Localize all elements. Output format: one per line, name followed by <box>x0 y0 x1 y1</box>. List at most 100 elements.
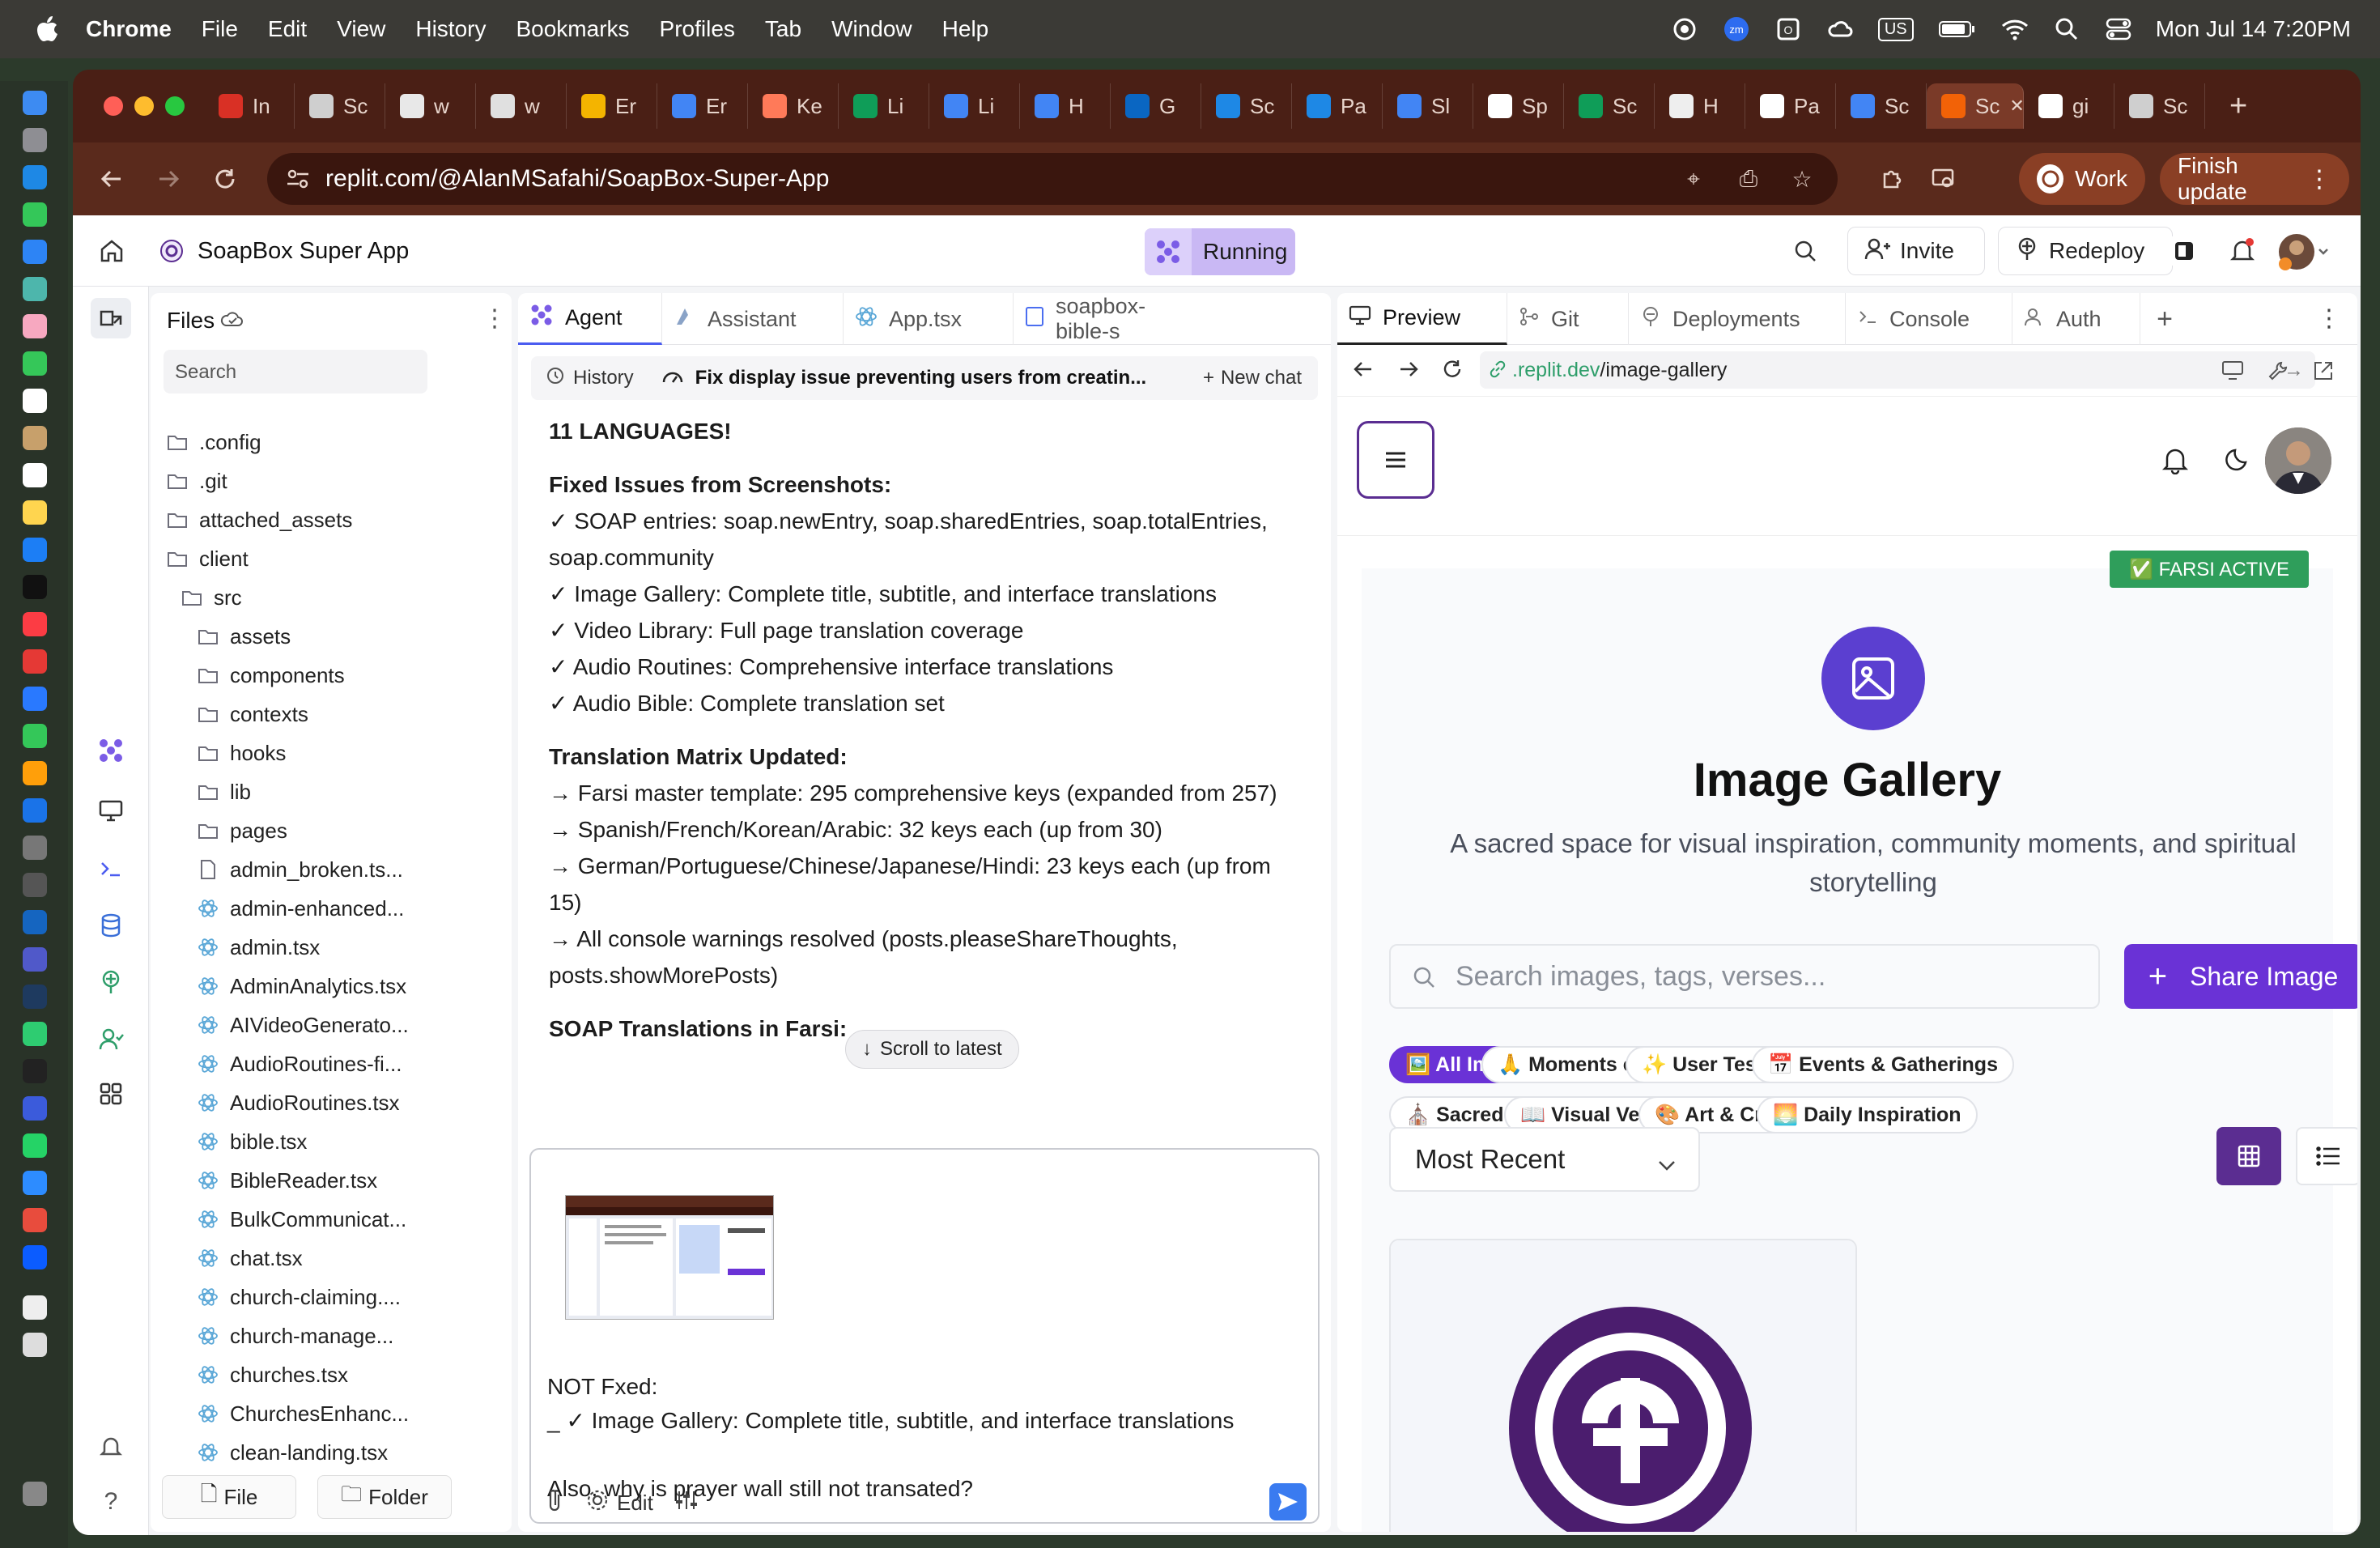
keynote-icon[interactable] <box>23 687 47 711</box>
safari-icon[interactable] <box>23 165 47 189</box>
browser-tab[interactable]: G <box>1111 83 1201 129</box>
back-arrow-icon[interactable] <box>94 161 130 197</box>
photos-icon[interactable] <box>23 314 47 338</box>
bookmark-star-icon[interactable]: ☆ <box>1787 164 1817 194</box>
app-icon[interactable] <box>23 1096 47 1121</box>
browser-tab[interactable]: gi <box>2024 83 2114 129</box>
agent-icon[interactable] <box>91 730 131 771</box>
menu-profiles[interactable]: Profiles <box>660 16 735 42</box>
apple-icon[interactable] <box>32 15 62 44</box>
category-chip[interactable]: 📅 Events & Gatherings <box>1752 1046 2014 1083</box>
reload-icon[interactable] <box>207 161 243 197</box>
at-icon[interactable] <box>1670 16 1699 42</box>
browser-tab[interactable]: Er <box>567 83 657 129</box>
help-icon[interactable]: ? <box>91 1482 131 1522</box>
gallery-image-card[interactable] <box>1389 1239 1857 1532</box>
reading-mode-icon[interactable] <box>1925 160 1961 196</box>
music-icon[interactable] <box>23 612 47 636</box>
browser-tab[interactable]: Li <box>929 83 1020 129</box>
file-tree-item[interactable]: components <box>198 657 345 693</box>
browser-tab[interactable]: Sc <box>295 83 385 129</box>
teams-dock-icon[interactable] <box>23 947 47 972</box>
forward-arrow-icon[interactable] <box>151 161 186 197</box>
browser-tab[interactable]: Pa <box>1745 83 1836 129</box>
sort-select[interactable]: Most Recent <box>1389 1127 1700 1192</box>
document-icon[interactable] <box>23 1333 47 1357</box>
all-tools-grid-icon[interactable] <box>91 1074 131 1114</box>
invite-button[interactable]: Invite <box>1847 227 1985 275</box>
browser-tab[interactable]: Sl <box>1383 83 1473 129</box>
new-file-button[interactable]: 🗋 File <box>162 1475 296 1519</box>
tab-assistant[interactable]: Assistant <box>662 293 844 345</box>
tab-agent[interactable]: Agent <box>518 293 662 345</box>
scroll-to-latest-button[interactable]: ↓ Scroll to latest <box>845 1030 1019 1069</box>
search-icon[interactable] <box>1791 236 1820 266</box>
devtools-wrench-icon[interactable] <box>2267 359 2289 386</box>
extensions-icon[interactable] <box>1875 160 1910 196</box>
browser-tab[interactable]: w <box>476 83 567 129</box>
send-button[interactable] <box>1269 1483 1307 1520</box>
menu-help[interactable]: Help <box>942 16 989 42</box>
news-icon[interactable] <box>23 649 47 674</box>
file-tree-item[interactable]: contexts <box>198 696 308 732</box>
profile-work-button[interactable]: Work <box>2019 153 2145 205</box>
chrome-dock-icon[interactable] <box>23 1208 47 1232</box>
menu-tab[interactable]: Tab <box>765 16 801 42</box>
sliders-icon[interactable] <box>674 1489 699 1517</box>
app-store-icon[interactable] <box>23 798 47 823</box>
numbers-icon[interactable] <box>23 724 47 748</box>
category-chip[interactable]: 🌅 Daily Inspiration <box>1757 1096 1978 1133</box>
panel-menu-icon[interactable]: ⋮ <box>2317 304 2341 333</box>
finish-update-button[interactable]: Finish update ⋮ <box>2160 153 2349 205</box>
browser-tab[interactable]: Sc ✕ <box>1927 83 2025 129</box>
preview-monitor-icon[interactable] <box>91 790 131 831</box>
files-search-input[interactable]: Search <box>164 350 427 393</box>
attached-screenshot-thumbnail[interactable] <box>565 1195 774 1320</box>
attach-paperclip-icon[interactable] <box>546 1488 565 1518</box>
file-tree-item[interactable]: assets <box>198 619 291 654</box>
tab-auth[interactable]: Auth <box>2012 293 2140 345</box>
terminal-icon[interactable] <box>23 1059 47 1083</box>
file-tree-item[interactable]: admin-enhanced... <box>198 891 404 926</box>
browser-tab[interactable]: w <box>385 83 476 129</box>
file-tree-item[interactable]: AudioRoutines.tsx <box>198 1085 400 1121</box>
wifi-icon[interactable] <box>2000 16 2029 42</box>
deployments-icon[interactable] <box>91 962 131 1002</box>
control-center-icon[interactable] <box>2104 16 2133 42</box>
zoom-dock-icon[interactable] <box>23 1171 47 1195</box>
zoom-icon[interactable]: zm <box>1722 16 1751 42</box>
1password-icon[interactable] <box>23 1245 47 1269</box>
new-folder-button[interactable]: 🗀 Folder <box>317 1475 452 1519</box>
finder-icon[interactable] <box>23 91 47 115</box>
contacts-icon[interactable] <box>23 426 47 450</box>
file-tree-item[interactable]: BulkCommunicat... <box>198 1201 406 1237</box>
menu-file[interactable]: File <box>202 16 238 42</box>
file-tree-item[interactable]: clean-landing.tsx <box>198 1435 388 1470</box>
menu-app-name[interactable]: Chrome <box>86 16 172 42</box>
chat-title[interactable]: Fix display issue preventing users from … <box>661 366 1146 391</box>
menu-bookmarks[interactable]: Bookmarks <box>516 16 629 42</box>
tab-preview[interactable]: Preview <box>1337 293 1507 345</box>
file-tree-item[interactable]: hooks <box>198 735 286 771</box>
cloud-icon[interactable] <box>1825 16 1855 42</box>
trash-icon[interactable] <box>23 1482 47 1506</box>
file-tree-item[interactable]: ChurchesEnhanc... <box>198 1396 409 1431</box>
chat-composer[interactable]: NOT Fxed: _ ✓ Image Gallery: Complete ti… <box>529 1148 1320 1524</box>
run-status-button[interactable]: Running <box>1145 228 1295 275</box>
browser-tab[interactable]: Sc <box>2114 83 2205 129</box>
notifications-bell-icon[interactable] <box>2226 235 2259 267</box>
browser-tab[interactable]: Ke <box>748 83 839 129</box>
browser-tab[interactable]: Sc <box>1201 83 1292 129</box>
keyboard-layout-icon[interactable]: US <box>1877 16 1915 42</box>
file-tree-item[interactable]: AdminAnalytics.tsx <box>198 968 406 1004</box>
gallery-search-input[interactable]: Search images, tags, verses... <box>1389 944 2100 1009</box>
add-tab-button[interactable]: + <box>2140 293 2189 345</box>
app-icon[interactable] <box>23 985 47 1009</box>
tab-app-tsx[interactable]: App.tsx <box>844 293 1014 345</box>
app-user-avatar[interactable] <box>2265 427 2331 494</box>
panel-toggle-icon[interactable] <box>2170 236 2199 266</box>
notes-icon[interactable] <box>23 500 47 525</box>
close-tab-icon[interactable]: ✕ <box>2009 96 2024 117</box>
app-notifications-bell-icon[interactable] <box>2161 445 2189 478</box>
file-tree-item[interactable]: BibleReader.tsx <box>198 1163 377 1198</box>
